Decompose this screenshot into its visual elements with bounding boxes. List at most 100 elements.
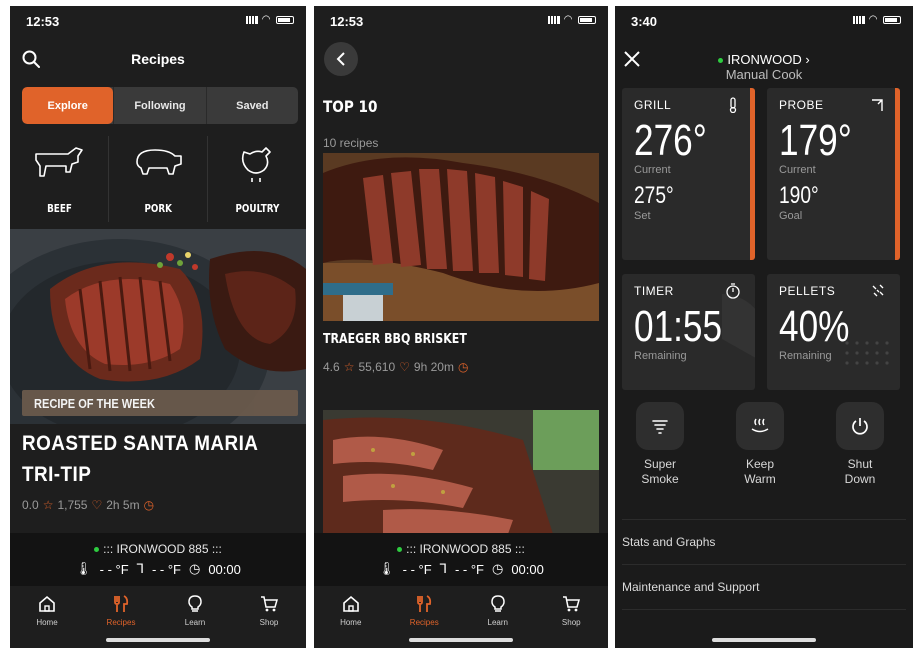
menu-stats-graphs[interactable]: Stats and Graphs xyxy=(622,519,906,564)
shut-down-tile xyxy=(836,402,884,450)
nav-label: Learn xyxy=(184,618,206,627)
grill-status-bar[interactable]: ::: IRONWOOD 885 ::: 🌡︎ - - °F ⅂ - - °F ◷ 0… xyxy=(314,533,608,586)
battery-icon xyxy=(578,15,596,24)
action-label: Shut Down xyxy=(820,457,900,487)
recipe-card-image[interactable] xyxy=(323,153,599,321)
brisket-photo xyxy=(323,153,599,321)
nav-home[interactable]: Home xyxy=(10,586,84,648)
badge-text: RECIPE OF THE WEEK xyxy=(34,395,155,411)
nav-shop[interactable]: Shop xyxy=(535,586,609,648)
back-button[interactable] xyxy=(324,42,358,76)
grill-temp: - - °F xyxy=(99,561,129,577)
pellets-card[interactable]: PELLETS 40% Remaining xyxy=(767,274,900,390)
grill-control-screen: 3:40 ◠ IRONWOOD › Manual Cook GRILL 276°… xyxy=(615,6,913,648)
heat-waves-icon xyxy=(751,418,769,433)
recipe-tabs: Explore Following Saved xyxy=(22,87,298,124)
recipe-count: 10 recipes xyxy=(323,136,379,150)
status-icons: ◠ xyxy=(246,14,294,25)
probe-temp: - - °F xyxy=(454,561,484,577)
grill-status-bar[interactable]: ::: IRONWOOD 885 ::: 🌡︎ - - °F ⅂ - - °F ◷ 0… xyxy=(10,533,306,586)
status-time: 3:40 xyxy=(631,14,658,29)
status-bar: 12:53 ◠ xyxy=(314,6,608,34)
wifi-icon: ◠ xyxy=(262,14,272,25)
recipe-title[interactable]: ROASTED SANTA MARIA TRI-TIP xyxy=(22,428,292,490)
cook-time: 9h 20m xyxy=(413,360,454,374)
nav-shop[interactable]: Shop xyxy=(232,586,306,648)
category-pork[interactable]: PORK xyxy=(108,136,207,222)
action-label-line2: Down xyxy=(844,472,876,486)
page-title: Recipes xyxy=(131,51,185,67)
status-icons: ◠ xyxy=(548,14,596,25)
online-indicator xyxy=(397,547,403,553)
shut-down-button[interactable]: Shut Down xyxy=(820,402,900,487)
signal-icon xyxy=(853,15,866,24)
category-beef[interactable]: BEEF xyxy=(10,136,108,222)
keep-warm-tile xyxy=(736,402,784,450)
action-label-line1: Super xyxy=(643,457,677,471)
grill-name: ::: IRONWOOD 885 ::: xyxy=(103,542,222,556)
pellets-icon xyxy=(872,284,884,297)
rating-value: 0.0 xyxy=(22,498,39,512)
grill-name: ::: IRONWOOD 885 ::: xyxy=(406,542,525,556)
recipe-card-image[interactable] xyxy=(323,410,599,534)
chicken-icon xyxy=(241,147,271,182)
home-indicator xyxy=(106,638,210,642)
goal-label: Goal xyxy=(779,210,803,222)
wifi-icon: ◠ xyxy=(869,14,879,25)
grill-header[interactable]: IRONWOOD › Manual Cook xyxy=(615,52,913,82)
timer-card[interactable]: TIMER 01:55 Remaining xyxy=(622,274,755,390)
tab-following[interactable]: Following xyxy=(113,87,205,124)
stopwatch-icon: ◷ xyxy=(491,561,504,576)
online-indicator xyxy=(94,547,100,553)
lightbulb-icon xyxy=(490,595,505,612)
thermometer-icon xyxy=(729,97,737,113)
super-smoke-button[interactable]: Super Smoke xyxy=(620,402,700,487)
home-icon xyxy=(39,595,55,612)
pig-icon xyxy=(136,149,182,175)
nav-home[interactable]: Home xyxy=(314,586,388,648)
thermometer-icon: 🌡︎ xyxy=(378,561,395,576)
cook-time: 2h 5m xyxy=(106,498,140,512)
probe-icon xyxy=(872,99,883,111)
recipe-of-week-badge: RECIPE OF THE WEEK xyxy=(22,390,298,416)
category-poultry[interactable]: POULTRY xyxy=(207,136,306,222)
menu-maintenance-support[interactable]: Maintenance and Support xyxy=(622,564,906,609)
saves-count: 55,610 xyxy=(358,360,396,374)
action-label-line2: Smoke xyxy=(641,472,679,486)
nav-label: Shop xyxy=(561,618,581,627)
signal-icon xyxy=(246,15,259,24)
timer-icon: ◷ xyxy=(457,360,469,374)
grill-name-row: ::: IRONWOOD 885 ::: xyxy=(314,542,608,556)
grill-temp-card[interactable]: GRILL 276° Current 275° Set xyxy=(622,88,755,260)
status-time: 12:53 xyxy=(330,14,364,29)
probe-icon: ⅂ xyxy=(136,561,144,576)
timer-value: 00:00 xyxy=(511,561,544,577)
fork-knife-icon xyxy=(114,595,129,612)
cow-icon xyxy=(35,147,83,177)
super-smoke-tile xyxy=(636,402,684,450)
saves-count: 1,755 xyxy=(57,498,88,512)
cook-mode: Manual Cook xyxy=(725,67,803,82)
current-label: Current xyxy=(779,164,816,176)
tab-saved[interactable]: Saved xyxy=(205,87,298,124)
grill-current-temp: 276° xyxy=(634,116,707,165)
grill-name: IRONWOOD xyxy=(727,52,802,67)
chevron-right-icon: › xyxy=(801,52,810,67)
tab-explore[interactable]: Explore xyxy=(22,87,114,124)
nav-label: Home xyxy=(340,618,362,627)
battery-icon xyxy=(883,15,901,24)
probe-temp-card[interactable]: PROBE 179° Current 190° Goal xyxy=(767,88,900,260)
thermometer-icon: 🌡︎ xyxy=(75,561,92,576)
recipe-title[interactable]: TRAEGER BBQ BRISKET xyxy=(323,332,467,347)
probe-icon: ⅂ xyxy=(439,561,447,576)
nav-label: Recipes xyxy=(409,618,439,627)
grill-temp: - - °F xyxy=(402,561,432,577)
heart-icon: ♡ xyxy=(399,360,410,374)
card-accent xyxy=(750,88,755,260)
action-label-line2: Warm xyxy=(744,472,776,486)
recipes-screen: 12:53 ◠ Recipes Explore Following Saved … xyxy=(10,6,306,648)
keep-warm-button[interactable]: Keep Warm xyxy=(720,402,800,487)
fork-knife-icon xyxy=(417,595,432,612)
home-indicator xyxy=(409,638,513,642)
home-icon xyxy=(342,595,359,612)
